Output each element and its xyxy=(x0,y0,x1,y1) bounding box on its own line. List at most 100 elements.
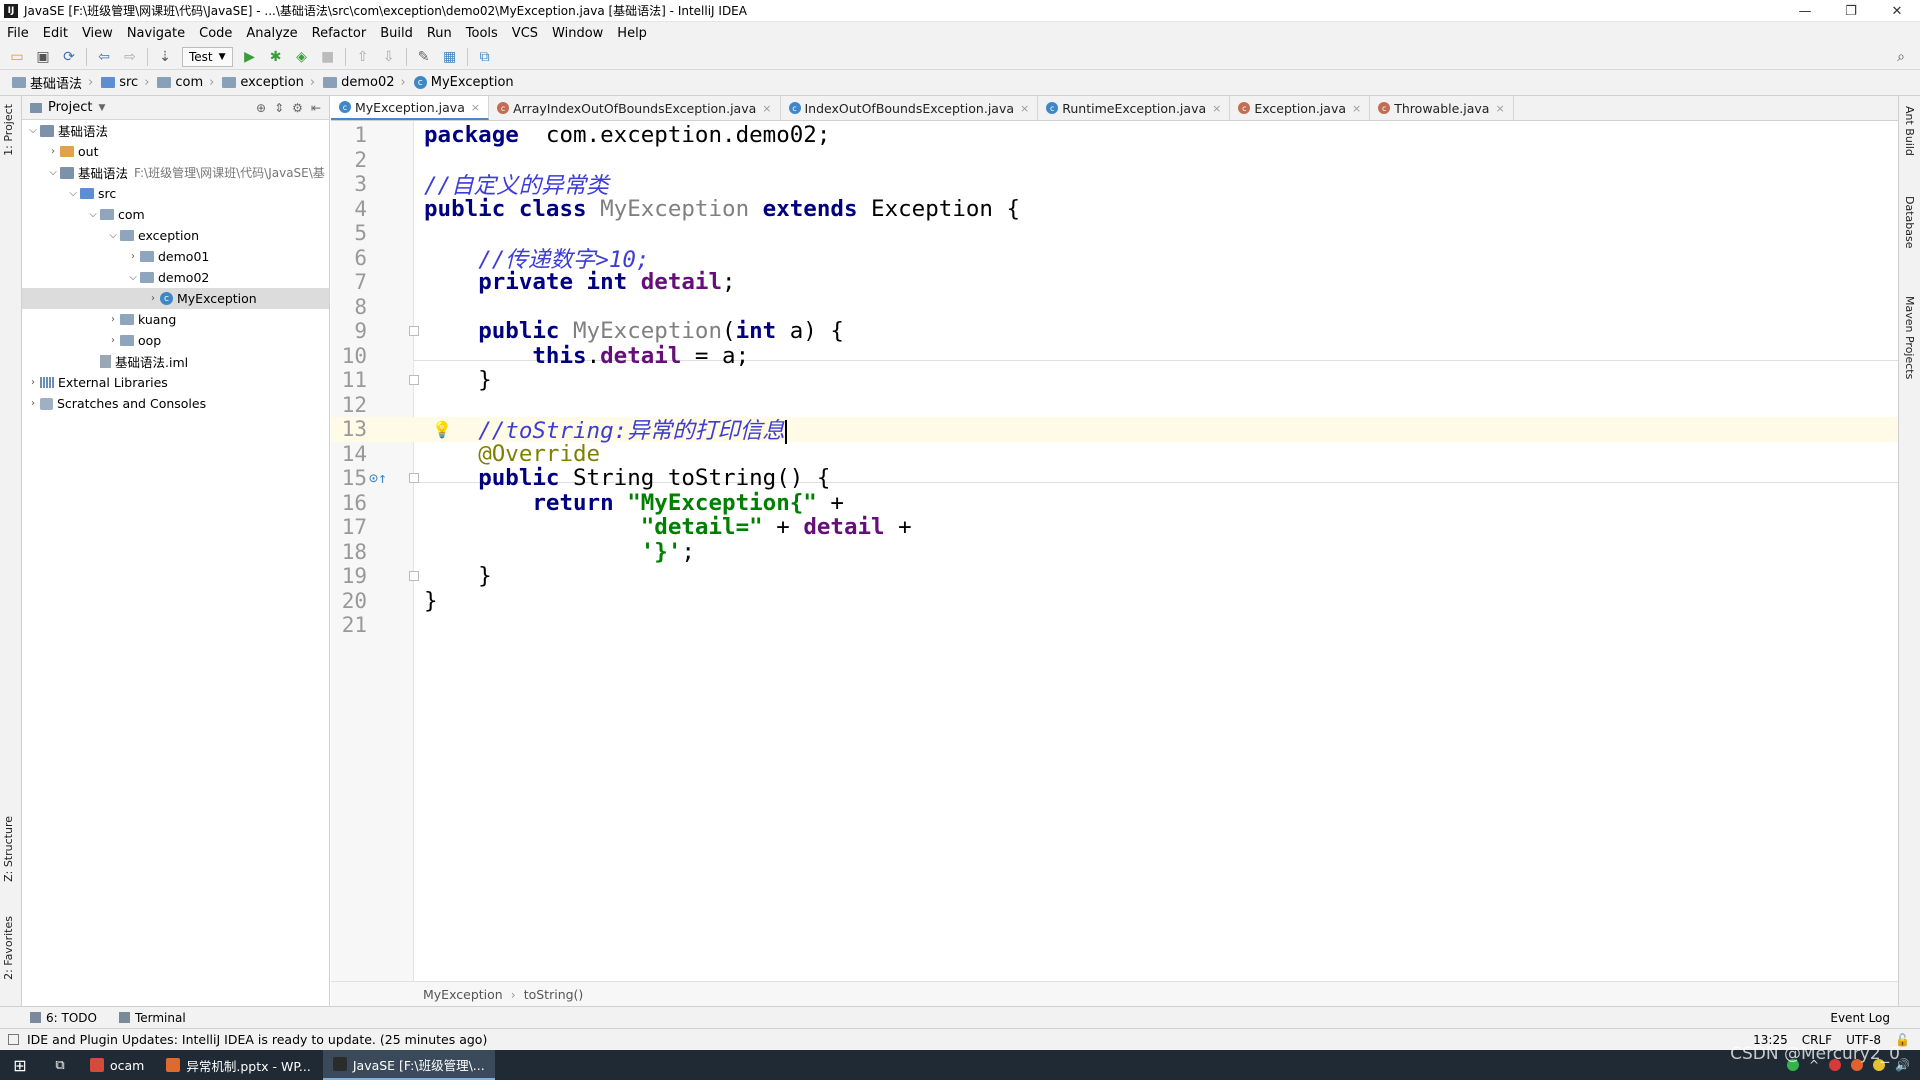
tool-tab-favorites[interactable]: 2: Favorites xyxy=(2,916,15,980)
commit-icon[interactable]: ⇩ xyxy=(378,46,400,68)
project-view-select[interactable]: Project xyxy=(48,100,92,115)
tool-tab-ant-build[interactable]: Ant Build xyxy=(1903,106,1916,156)
run-configuration-select[interactable]: Test ▼ xyxy=(182,46,233,67)
breadcrumb-demo02[interactable]: demo02 › xyxy=(319,75,410,90)
coverage-icon[interactable]: ◈ xyxy=(291,46,313,68)
tree-item[interactable]: 基础语法.iml xyxy=(22,351,329,372)
code-line[interactable]: 18 '}'; xyxy=(331,539,1898,565)
code-line[interactable]: 15 ⊙↑ public String toString() { xyxy=(331,465,1898,491)
tree-item[interactable]: › demo01 xyxy=(22,246,329,267)
code-line[interactable]: 20} xyxy=(331,588,1898,614)
tree-item[interactable]: › External Libraries xyxy=(22,372,329,393)
fold-marker-icon[interactable] xyxy=(409,326,419,336)
code-line[interactable]: 7 private int detail; xyxy=(331,269,1898,295)
editor-tab[interactable]: c IndexOutOfBoundsException.java × xyxy=(781,96,1039,120)
chevron-down-icon[interactable]: ⌵ xyxy=(66,188,80,199)
code-line[interactable]: 13 💡 //toString:异常的打印信息 xyxy=(331,417,1898,444)
tree-item[interactable]: › kuang xyxy=(22,309,329,330)
menu-window[interactable]: Window xyxy=(545,26,610,41)
menu-refactor[interactable]: Refactor xyxy=(305,26,374,41)
close-button[interactable]: ✕ xyxy=(1874,0,1920,22)
settings-wrench-icon[interactable]: ✎ xyxy=(413,46,435,68)
close-tab-icon[interactable]: × xyxy=(762,102,771,115)
chevron-down-icon[interactable]: ⌵ xyxy=(106,230,120,241)
code-line[interactable]: 4 public class MyException extends Except… xyxy=(331,196,1898,222)
tree-item[interactable]: › c MyException xyxy=(22,288,329,309)
forward-arrow-icon[interactable]: ⇨ xyxy=(119,46,141,68)
menu-analyze[interactable]: Analyze xyxy=(239,26,304,41)
code-line[interactable]: 6 //传递数字>10; xyxy=(331,246,1898,273)
chevron-down-icon[interactable]: ⌵ xyxy=(26,125,40,136)
status-toggle-icon[interactable] xyxy=(8,1034,19,1045)
open-folder-icon[interactable]: ▭ xyxy=(6,46,28,68)
code-line[interactable]: 21 xyxy=(331,613,1898,638)
tool-tab-maven[interactable]: Maven Projects xyxy=(1903,296,1916,379)
override-gutter-icon[interactable]: ⊙↑ xyxy=(369,469,387,487)
code-line[interactable]: 19 } xyxy=(331,563,1898,589)
chevron-right-icon[interactable]: › xyxy=(146,293,160,304)
tree-item[interactable]: ⌵ demo02 xyxy=(22,267,329,288)
tree-item[interactable]: › Scratches and Consoles xyxy=(22,393,329,414)
tool-tab-structure[interactable]: Z: Structure xyxy=(2,816,15,882)
code-line[interactable]: 11 } xyxy=(331,367,1898,393)
gear-icon[interactable]: ⚙ xyxy=(292,101,303,115)
sync-icon[interactable]: ⟳ xyxy=(58,46,80,68)
code-editor[interactable]: 1 package com.exception.demo02; 2 3//自定义的异常… xyxy=(331,121,1898,981)
breadcrumb-myexception[interactable]: c MyException xyxy=(410,75,518,90)
taskbar-app-button[interactable]: 异常机制.pptx - WP... xyxy=(156,1050,320,1080)
windows-start-icon[interactable]: ⊞ xyxy=(0,1050,40,1080)
todo-tool-button[interactable]: 6: TODO xyxy=(30,1011,97,1025)
menu-help[interactable]: Help xyxy=(610,26,654,41)
chevron-right-icon[interactable]: › xyxy=(106,335,120,346)
back-arrow-icon[interactable]: ⇦ xyxy=(93,46,115,68)
chevron-right-icon[interactable]: › xyxy=(106,314,120,325)
build-icon[interactable]: ⇣ xyxy=(154,46,176,68)
breadcrumb-module[interactable]: 基础语法 › xyxy=(8,73,97,92)
code-line[interactable]: 9 public MyException(int a) { xyxy=(331,318,1898,344)
editor-tab[interactable]: c Exception.java × xyxy=(1230,96,1371,120)
chevron-right-icon[interactable]: › xyxy=(126,251,140,262)
editor-tab[interactable]: c MyException.java × xyxy=(331,96,490,120)
fold-marker-icon[interactable] xyxy=(409,375,419,385)
code-line[interactable]: 14 @Override xyxy=(331,441,1898,467)
run-icon[interactable]: ▶ xyxy=(239,46,261,68)
search-everywhere-icon[interactable]: ⌕ xyxy=(1890,46,1912,68)
update-project-icon[interactable]: ⇧ xyxy=(352,46,374,68)
fold-marker-icon[interactable] xyxy=(409,473,419,483)
fold-marker-icon[interactable] xyxy=(409,571,419,581)
restore-button[interactable]: ❐ xyxy=(1828,0,1874,22)
breadcrumb-src[interactable]: src › xyxy=(97,75,153,90)
editor-tab[interactable]: c Throwable.java × xyxy=(1370,96,1514,120)
chevron-right-icon[interactable]: › xyxy=(46,146,60,157)
chevron-down-icon[interactable]: ⌵ xyxy=(126,272,140,283)
menu-tools[interactable]: Tools xyxy=(459,26,505,41)
chevron-down-icon[interactable]: ⌵ xyxy=(86,209,100,220)
menu-run[interactable]: Run xyxy=(420,26,459,41)
project-structure-icon[interactable]: ▦ xyxy=(439,46,461,68)
taskbar-app-button[interactable]: ocam xyxy=(80,1050,154,1080)
tree-item[interactable]: › out xyxy=(22,141,329,162)
code-line[interactable]: 17 "detail=" + detail + xyxy=(331,514,1898,540)
tree-item[interactable]: ⌵ 基础语法 F:\班级管理\网课班\代码\JavaSE\基 xyxy=(22,162,329,183)
code-line[interactable]: 10 this.detail = a; xyxy=(331,343,1898,369)
hide-panel-icon[interactable]: ⇤ xyxy=(311,101,321,115)
tool-tab-database[interactable]: Database xyxy=(1903,196,1916,249)
collapse-all-icon[interactable]: ⇕ xyxy=(274,101,284,115)
code-line[interactable]: 1 package com.exception.demo02; xyxy=(331,122,1898,148)
close-tab-icon[interactable]: × xyxy=(1020,102,1029,115)
editor-breadcrumb-class[interactable]: MyException xyxy=(423,987,503,1002)
tree-item[interactable]: › oop xyxy=(22,330,329,351)
tree-item[interactable]: ⌵ com xyxy=(22,204,329,225)
editor-tab[interactable]: c ArrayIndexOutOfBoundsException.java × xyxy=(489,96,781,120)
breadcrumb-com[interactable]: com › xyxy=(153,75,218,90)
sdk-icon[interactable]: ⧉ xyxy=(474,46,496,68)
editor-tab[interactable]: c RuntimeException.java × xyxy=(1038,96,1231,120)
close-tab-icon[interactable]: × xyxy=(471,101,480,114)
tree-item[interactable]: ⌵ 基础语法 xyxy=(22,120,329,141)
terminal-tool-button[interactable]: Terminal xyxy=(118,1011,186,1025)
menu-vcs[interactable]: VCS xyxy=(505,26,545,41)
chevron-right-icon[interactable]: › xyxy=(26,398,40,409)
close-tab-icon[interactable]: × xyxy=(1495,102,1504,115)
debug-icon[interactable]: ✱ xyxy=(265,46,287,68)
menu-navigate[interactable]: Navigate xyxy=(120,26,192,41)
